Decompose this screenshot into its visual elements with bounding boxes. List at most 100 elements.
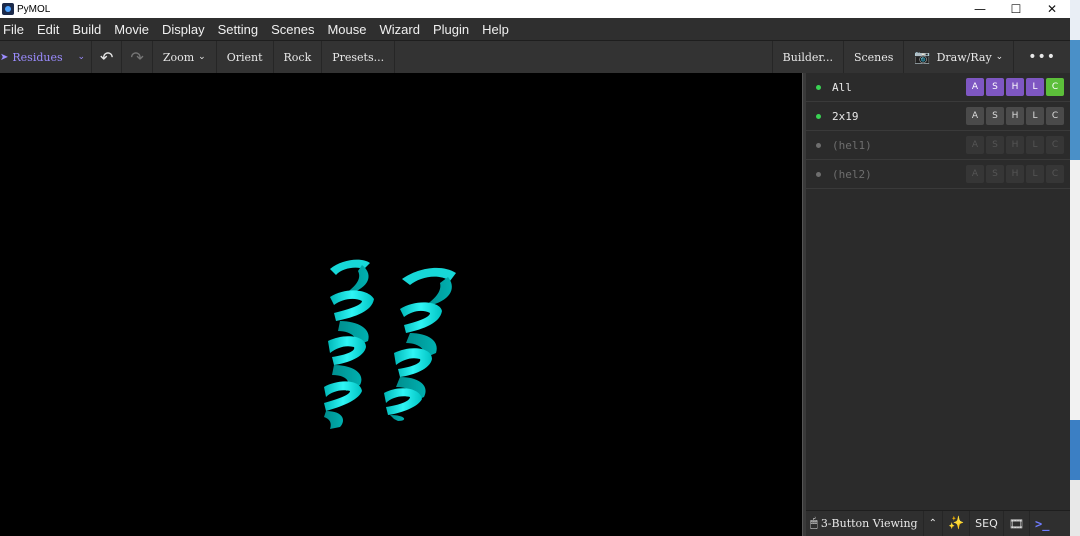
orient-button[interactable]: Orient — [217, 41, 274, 73]
show-button[interactable]: S — [986, 78, 1004, 96]
hide-button[interactable]: H — [1006, 107, 1024, 125]
mouse-mode-label: 3-Button Viewing — [820, 517, 918, 530]
zoom-label: Zoom — [162, 50, 195, 64]
sequence-button[interactable]: SEQ — [970, 510, 1004, 536]
toolbar-spacer — [395, 41, 773, 73]
hide-button[interactable]: H — [1006, 136, 1024, 154]
draw-ray-label: Draw/Ray — [936, 50, 992, 64]
seq-label: SEQ — [975, 517, 998, 530]
selection-mode-dropdown[interactable]: ➤ Residues ⌄ — [0, 41, 92, 73]
minimize-button[interactable]: — — [962, 0, 998, 18]
action-button[interactable]: A — [966, 165, 984, 183]
chevron-down-icon: ⌄ — [995, 52, 1004, 62]
object-panel: All A S H L C 2x19 A S H L C (hel1) A S … — [806, 73, 1070, 510]
object-row-hel1[interactable]: (hel1) A S H L C — [806, 131, 1070, 160]
rock-button[interactable]: Rock — [274, 41, 323, 73]
action-button[interactable]: A — [966, 78, 984, 96]
camera-icon: 📷 — [914, 49, 931, 65]
wizard-button[interactable]: ✨ — [943, 510, 971, 536]
hide-button[interactable]: H — [1006, 78, 1024, 96]
builder-button[interactable]: Builder... — [773, 41, 844, 73]
object-enabled-indicator[interactable] — [816, 142, 821, 148]
menu-file[interactable]: File — [0, 22, 32, 37]
menu-help[interactable]: Help — [479, 22, 517, 37]
draw-ray-dropdown[interactable]: 📷 Draw/Ray ⌄ — [904, 41, 1015, 73]
more-options-button[interactable]: ••• — [1014, 41, 1070, 73]
show-button[interactable]: S — [986, 136, 1004, 154]
redo-icon: ↷ — [130, 47, 144, 67]
close-button[interactable]: ✕ — [1034, 0, 1070, 18]
hide-button[interactable]: H — [1006, 165, 1024, 183]
desktop-background-strip — [1070, 0, 1080, 536]
redo-button[interactable]: ↷ — [122, 41, 153, 73]
window-title: PyMOL — [17, 3, 51, 15]
menu-wizard[interactable]: Wizard — [376, 22, 427, 37]
label-button[interactable]: L — [1026, 78, 1044, 96]
helix-ribbons — [324, 259, 456, 429]
object-enabled-indicator[interactable] — [816, 84, 821, 90]
more-icon: ••• — [1028, 49, 1056, 65]
label-button[interactable]: L — [1026, 165, 1044, 183]
menu-display[interactable]: Display — [159, 22, 213, 37]
object-enabled-indicator[interactable] — [816, 113, 821, 119]
presets-button[interactable]: Presets... — [322, 41, 396, 73]
ashlc-buttons: A S H L C — [966, 136, 1064, 154]
color-button[interactable]: C — [1046, 165, 1064, 183]
scenes-label: Scenes — [853, 50, 894, 64]
pymol-app-icon — [2, 3, 14, 15]
object-enabled-indicator[interactable] — [816, 171, 821, 177]
chevron-up-icon: ⌃ — [928, 518, 937, 529]
mouse-mode-button[interactable]: 🖱 3-Button Viewing — [806, 510, 924, 536]
rock-label: Rock — [283, 50, 312, 64]
color-button[interactable]: C — [1046, 136, 1064, 154]
object-name: (hel2) — [832, 167, 872, 181]
menu-setting[interactable]: Setting — [215, 22, 266, 37]
mouse-icon: 🖱 — [810, 516, 818, 531]
menu-bar: File Edit Build Movie Display Setting Sc… — [0, 18, 1070, 40]
object-name: (hel1) — [832, 138, 872, 152]
menu-plugin[interactable]: Plugin — [430, 22, 477, 37]
undo-button[interactable]: ↶ — [92, 41, 123, 73]
color-button[interactable]: C — [1046, 107, 1064, 125]
action-button[interactable]: A — [966, 107, 984, 125]
menu-scenes[interactable]: Scenes — [268, 22, 322, 37]
label-button[interactable]: L — [1026, 136, 1044, 154]
show-button[interactable]: S — [986, 165, 1004, 183]
label-button[interactable]: L — [1026, 107, 1044, 125]
helix-ribbon-1 — [324, 259, 374, 429]
command-line-button[interactable]: >_ — [1030, 511, 1054, 536]
movie-button[interactable]: 🎞 — [1004, 510, 1030, 536]
orient-label: Orient — [226, 50, 263, 64]
expand-button[interactable]: ⌃ — [924, 510, 943, 536]
ashlc-buttons: A S H L C — [966, 78, 1064, 96]
ashlc-buttons: A S H L C — [966, 107, 1064, 125]
toolbar: ➤ Residues ⌄ ↶ ↷ Zoom ⌄ Orient Rock Pres… — [0, 40, 1070, 73]
object-row-all[interactable]: All A S H L C — [806, 73, 1070, 102]
menu-build[interactable]: Build — [69, 22, 109, 37]
color-button[interactable]: C — [1046, 78, 1064, 96]
status-bar: 🖱 3-Button Viewing ⌃ ✨ SEQ 🎞 >_ — [806, 510, 1070, 536]
menu-movie[interactable]: Movie — [111, 22, 157, 37]
show-button[interactable]: S — [986, 107, 1004, 125]
scenes-button[interactable]: Scenes — [844, 41, 905, 73]
helix-ribbon-2 — [384, 267, 456, 421]
molecular-viewport[interactable] — [0, 73, 802, 536]
chevron-down-icon: ⌄ — [77, 52, 85, 62]
menu-mouse[interactable]: Mouse — [324, 22, 374, 37]
action-button[interactable]: A — [966, 136, 984, 154]
menu-edit[interactable]: Edit — [34, 22, 67, 37]
undo-icon: ↶ — [100, 47, 114, 67]
builder-label: Builder... — [782, 50, 833, 64]
movie-icon: 🎞 — [1008, 516, 1024, 531]
magic-wand-icon: ✨ — [947, 516, 965, 531]
ashlc-buttons: A S H L C — [966, 165, 1064, 183]
maximize-button[interactable]: ☐ — [998, 0, 1034, 18]
object-row-hel2[interactable]: (hel2) A S H L C — [806, 160, 1070, 189]
pointer-icon: ➤ — [0, 51, 9, 63]
window-controls: — ☐ ✕ — [962, 0, 1070, 18]
object-row-2x19[interactable]: 2x19 A S H L C — [806, 102, 1070, 131]
object-name: All — [832, 80, 852, 94]
title-bar: PyMOL — ☐ ✕ — [0, 0, 1070, 18]
zoom-dropdown[interactable]: Zoom ⌄ — [153, 41, 217, 73]
selection-mode-label: Residues — [12, 50, 63, 64]
